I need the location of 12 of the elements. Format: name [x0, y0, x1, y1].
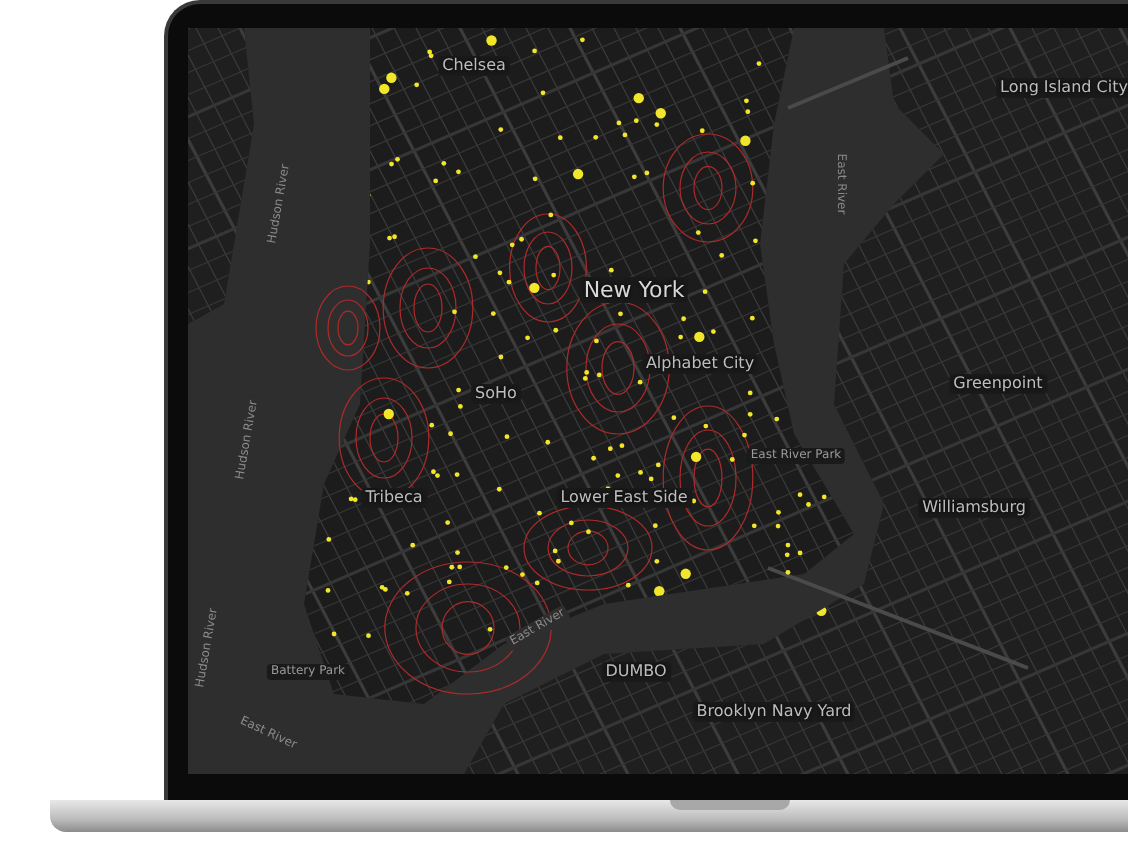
place-label: Brooklyn Navy Yard	[692, 702, 856, 722]
laptop-notch	[669, 800, 789, 810]
place-label: New York	[579, 277, 689, 303]
place-label: SoHo	[471, 384, 521, 404]
place-label: Tribeca	[361, 488, 427, 508]
place-label: Long Island City	[996, 78, 1128, 98]
place-label: Greenpoint	[949, 374, 1047, 394]
place-label: Chelsea	[438, 56, 510, 76]
place-label: Alphabet City	[641, 354, 759, 374]
place-label: DUMBO	[601, 662, 671, 682]
place-label: Lower East Side	[556, 488, 692, 508]
place-label: Williamsburg	[918, 498, 1030, 518]
